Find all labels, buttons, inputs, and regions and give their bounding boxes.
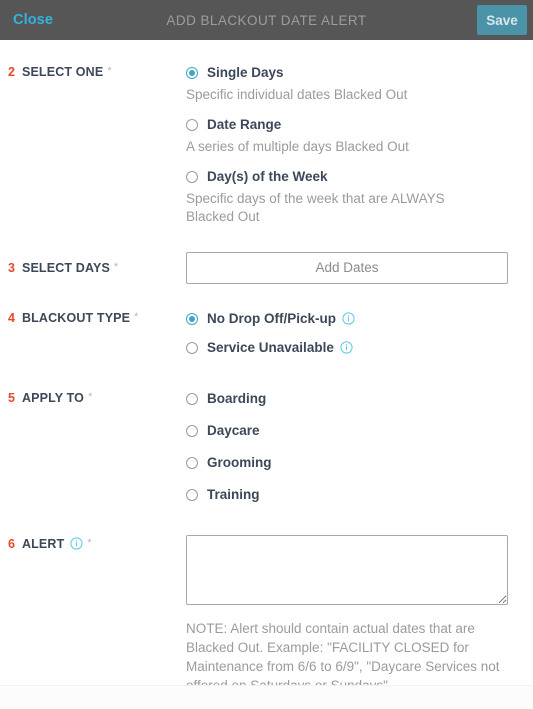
radio-indicator[interactable] [186, 341, 198, 354]
apply-to-options: Boarding Daycare Grooming Training [186, 391, 533, 502]
form-row-select-days: 3 SELECT DAYS * Add Dates [0, 252, 533, 284]
form-row-apply-to: 5 APPLY TO * Boarding Daycare Grooming T… [0, 391, 533, 502]
save-button[interactable]: Save [477, 5, 527, 35]
radio-label: Day(s) of the Week [207, 169, 328, 184]
blackout-type-options: No Drop Off/Pick-up Service Unavailable [186, 311, 533, 355]
radio-label: Date Range [207, 117, 282, 132]
add-dates-button[interactable]: Add Dates [186, 252, 508, 284]
radio-label: No Drop Off/Pick-up [207, 311, 336, 326]
required-asterisk: * [88, 391, 93, 403]
section-title: ALERT [21, 537, 65, 551]
select-days-label-group: 3 SELECT DAYS * [0, 252, 186, 275]
radio-label: Training [207, 487, 260, 502]
modal-footer [0, 685, 533, 709]
radio-service-unavailable[interactable]: Service Unavailable [186, 340, 508, 355]
section-number: 6 [8, 537, 15, 551]
section-title: SELECT ONE [21, 65, 104, 79]
required-asterisk: * [113, 261, 119, 273]
radio-indicator[interactable] [186, 424, 198, 437]
radio-training[interactable]: Training [186, 487, 508, 502]
section-title: SELECT DAYS [21, 261, 110, 275]
section-number: 4 [8, 311, 15, 325]
alert-textarea[interactable] [186, 535, 508, 605]
modal-header: Close ADD BLACKOUT DATE ALERT Save [0, 0, 533, 40]
radio-label: Grooming [207, 455, 272, 470]
select-one-options: Single Days Specific individual dates Bl… [186, 65, 533, 226]
section-title: BLACKOUT TYPE [21, 311, 131, 325]
radio-days-of-the-week[interactable]: Day(s) of the Week [186, 169, 508, 184]
section-number: 5 [8, 391, 15, 405]
section-title: APPLY TO [21, 391, 85, 405]
section-number: 2 [8, 65, 15, 79]
alert-label-group: 6 ALERT * [0, 535, 186, 551]
radio-daycare[interactable]: Daycare [186, 423, 508, 438]
radio-description: Specific individual dates Blacked Out [186, 87, 408, 102]
radio-description: Specific days of the week that are ALWAY… [186, 191, 445, 224]
radio-indicator[interactable] [186, 488, 198, 501]
radio-label: Single Days [207, 65, 284, 80]
radio-description: A series of multiple days Blacked Out [186, 139, 409, 154]
page-title: ADD BLACKOUT DATE ALERT [166, 12, 367, 28]
section-number: 3 [8, 261, 15, 275]
radio-boarding[interactable]: Boarding [186, 391, 508, 406]
radio-single-days[interactable]: Single Days [186, 65, 508, 80]
radio-indicator[interactable] [186, 392, 198, 405]
info-icon[interactable] [340, 341, 353, 354]
radio-no-drop-off-pick-up[interactable]: No Drop Off/Pick-up [186, 311, 508, 326]
form-row-blackout-type: 4 BLACKOUT TYPE * No Drop Off/Pick-up Se… [0, 311, 533, 355]
info-icon[interactable] [342, 312, 355, 325]
radio-date-range[interactable]: Date Range [186, 117, 508, 132]
radio-indicator[interactable] [186, 170, 198, 183]
radio-grooming[interactable]: Grooming [186, 455, 508, 470]
select-days-control: Add Dates [186, 252, 533, 284]
radio-indicator[interactable] [186, 66, 198, 79]
radio-label: Service Unavailable [207, 340, 334, 355]
blackout-type-label-group: 4 BLACKOUT TYPE * [0, 311, 186, 325]
required-asterisk: * [107, 65, 112, 77]
alert-content: NOTE: Alert should contain actual dates … [186, 535, 533, 695]
radio-indicator[interactable] [186, 456, 198, 469]
form-row-alert: 6 ALERT * NOTE: Alert should contain act… [0, 535, 533, 695]
required-asterisk: * [134, 311, 139, 323]
radio-label: Boarding [207, 391, 267, 406]
required-asterisk: * [87, 537, 92, 549]
info-icon[interactable] [70, 537, 83, 550]
radio-indicator[interactable] [186, 118, 198, 131]
select-one-label-group: 2 SELECT ONE * [0, 65, 186, 79]
close-button[interactable]: Close [0, 11, 59, 29]
alert-note: NOTE: Alert should contain actual dates … [186, 621, 500, 693]
blackout-date-alert-form: 2 SELECT ONE * Single Days Specific indi… [0, 65, 533, 695]
radio-label: Daycare [207, 423, 260, 438]
radio-indicator[interactable] [186, 312, 198, 325]
form-row-select-one: 2 SELECT ONE * Single Days Specific indi… [0, 65, 533, 226]
apply-to-label-group: 5 APPLY TO * [0, 391, 186, 405]
